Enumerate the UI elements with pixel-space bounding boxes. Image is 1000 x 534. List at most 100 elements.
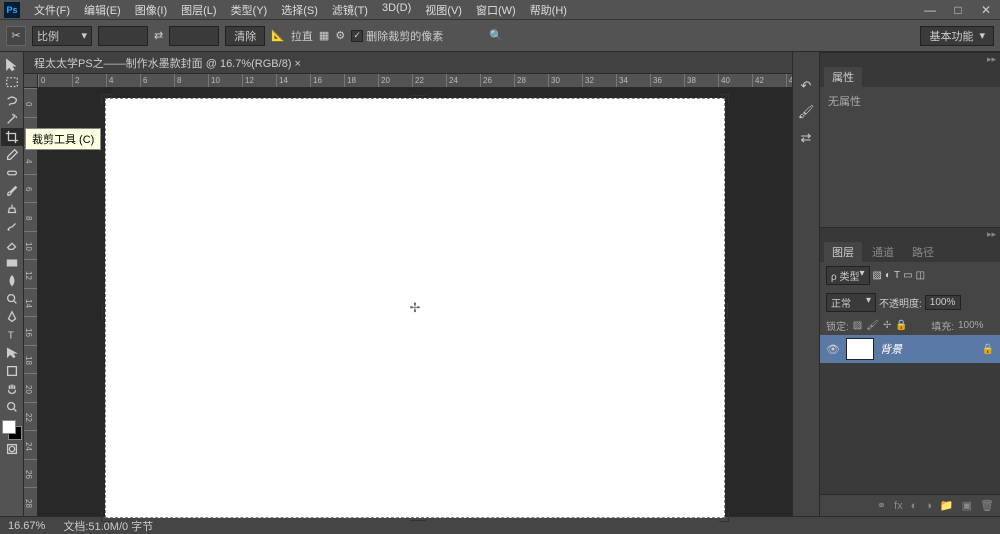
clone-stamp-tool[interactable] [1, 200, 23, 218]
crop-handle-right[interactable] [722, 303, 728, 319]
history-panel-icon[interactable]: ↶ [796, 76, 816, 96]
swatches-panel-icon[interactable]: ⇄ [796, 128, 816, 148]
filter-pixel-icon[interactable]: ▧ [873, 270, 882, 281]
pen-tool[interactable] [1, 308, 23, 326]
crop-handle-top[interactable] [410, 95, 426, 101]
crop-handle-bottom[interactable] [410, 515, 426, 521]
canvas[interactable]: ✢ [105, 98, 725, 518]
workspace-selector[interactable]: 基本功能▾ [920, 26, 994, 46]
straighten-icon[interactable]: 📐 [271, 29, 285, 42]
zoom-tool[interactable] [1, 398, 23, 416]
lock-paint-icon[interactable]: 🖌 [866, 320, 879, 331]
layer-name[interactable]: 背景 [880, 341, 976, 357]
brush-panel-icon[interactable]: 🖌 [796, 102, 816, 122]
channels-tab[interactable]: 通道 [864, 242, 902, 262]
type-tool[interactable]: T [1, 326, 23, 344]
crop-handle-bottom-left[interactable] [101, 512, 111, 522]
crop-tool-preset-icon[interactable]: ✂ [6, 26, 26, 46]
brush-tool[interactable] [1, 182, 23, 200]
vertical-ruler[interactable]: 0246810121416182022242628 [24, 88, 38, 516]
link-layers-icon[interactable]: ⚭ [877, 499, 886, 512]
layer-mask-icon[interactable]: ◐ [911, 500, 918, 512]
crop-width-input[interactable] [98, 26, 148, 46]
filter-shape-icon[interactable]: ▭ [903, 270, 912, 281]
menu-filter[interactable]: 滤镜(T) [326, 0, 374, 20]
eyedropper-tool[interactable] [1, 146, 23, 164]
layers-tab[interactable]: 图层 [824, 242, 862, 262]
quickmask-tool[interactable] [1, 440, 23, 458]
ruler-corner [24, 74, 38, 88]
minimize-button[interactable]: — [920, 3, 940, 17]
blur-tool[interactable] [1, 272, 23, 290]
crop-handle-top-right[interactable] [719, 94, 729, 104]
path-selection-tool[interactable] [1, 344, 23, 362]
fill-input[interactable]: 100% [958, 320, 994, 331]
dodge-tool[interactable] [1, 290, 23, 308]
menu-help[interactable]: 帮助(H) [524, 0, 573, 20]
paths-tab[interactable]: 路径 [904, 242, 942, 262]
menu-select[interactable]: 选择(S) [275, 0, 324, 20]
menu-layer[interactable]: 图层(L) [175, 0, 222, 20]
healing-brush-tool[interactable] [1, 164, 23, 182]
color-swatches[interactable] [2, 420, 22, 440]
layer-blend-row: 正常▾ 不透明度: 100% [820, 289, 1000, 316]
menu-edit[interactable]: 编辑(E) [78, 0, 127, 20]
move-tool[interactable] [1, 56, 23, 74]
new-layer-icon[interactable]: ▣ [962, 499, 972, 512]
overlay-icon[interactable]: ▦ [319, 29, 329, 42]
hand-tool[interactable] [1, 380, 23, 398]
layer-filter-select[interactable]: ρ 类型▾ [826, 266, 870, 285]
crop-tool[interactable]: 裁剪工具 (C) [1, 128, 23, 146]
search-icon[interactable]: 🔍 [489, 29, 503, 42]
visibility-icon[interactable]: 👁 [826, 343, 840, 356]
lock-transparent-icon[interactable]: ▨ [853, 320, 862, 331]
crop-ratio-select[interactable]: 比例▾ [32, 26, 92, 46]
menu-window[interactable]: 窗口(W) [470, 0, 522, 20]
clear-button[interactable]: 清除 [225, 26, 265, 46]
menu-file[interactable]: 文件(F) [28, 0, 76, 20]
layers-empty-area[interactable] [820, 363, 1000, 494]
filter-type-icon[interactable]: T [894, 270, 900, 281]
swap-icon[interactable]: ⇄ [154, 29, 163, 42]
canvas-wrapper: 0246810121416182022242628303234363840424… [24, 74, 792, 516]
settings-gear-icon[interactable]: ⚙ [335, 29, 345, 42]
maximize-button[interactable]: □ [948, 3, 968, 17]
close-button[interactable]: ✕ [976, 3, 996, 17]
lock-position-icon[interactable]: ✢ [883, 320, 891, 331]
filter-adjust-icon[interactable]: ◐ [885, 270, 891, 281]
marquee-tool[interactable] [1, 74, 23, 92]
foreground-color[interactable] [2, 420, 16, 434]
menu-3d[interactable]: 3D(D) [376, 0, 417, 20]
filter-smart-icon[interactable]: ◫ [916, 270, 925, 281]
delete-cropped-checkbox[interactable]: ✓ 删除裁剪的像素 [351, 28, 443, 44]
blend-mode-select[interactable]: 正常▾ [826, 293, 876, 312]
panel-collapse-properties[interactable]: ▸▸ [820, 53, 1000, 65]
layer-thumbnail[interactable] [846, 338, 874, 360]
magic-wand-tool[interactable] [1, 110, 23, 128]
horizontal-ruler[interactable]: 0246810121416182022242628303234363840424… [38, 74, 792, 88]
crop-height-input[interactable] [169, 26, 219, 46]
crop-handle-left[interactable] [102, 303, 108, 319]
opacity-input[interactable]: 100% [925, 295, 961, 310]
menu-type[interactable]: 类型(Y) [225, 0, 274, 20]
panel-collapse-layers[interactable]: ▸▸ [820, 228, 1000, 240]
crop-handle-bottom-right[interactable] [719, 512, 729, 522]
layer-row-background[interactable]: 👁 背景 🔒 [820, 335, 1000, 363]
history-brush-tool[interactable] [1, 218, 23, 236]
lock-all-icon[interactable]: 🔒 [895, 320, 907, 331]
properties-tab[interactable]: 属性 [824, 67, 862, 87]
layer-fx-icon[interactable]: fx [894, 500, 903, 512]
document-tab[interactable]: 程太太学PS之——制作水墨款封面 @ 16.7%(RGB/8) × [24, 52, 792, 74]
gradient-tool[interactable] [1, 254, 23, 272]
shape-tool[interactable] [1, 362, 23, 380]
crop-handle-top-left[interactable] [101, 94, 111, 104]
lasso-tool[interactable] [1, 92, 23, 110]
adjustment-layer-icon[interactable]: ◑ [925, 500, 932, 512]
menu-view[interactable]: 视图(V) [419, 0, 468, 20]
delete-layer-icon[interactable]: 🗑 [980, 499, 994, 512]
menu-image[interactable]: 图像(I) [129, 0, 173, 20]
eraser-tool[interactable] [1, 236, 23, 254]
new-group-icon[interactable]: 📁 [940, 499, 954, 512]
zoom-level[interactable]: 16.67% [8, 520, 45, 532]
layers-footer: ⚭ fx ◐ ◑ 📁 ▣ 🗑 [820, 494, 1000, 516]
